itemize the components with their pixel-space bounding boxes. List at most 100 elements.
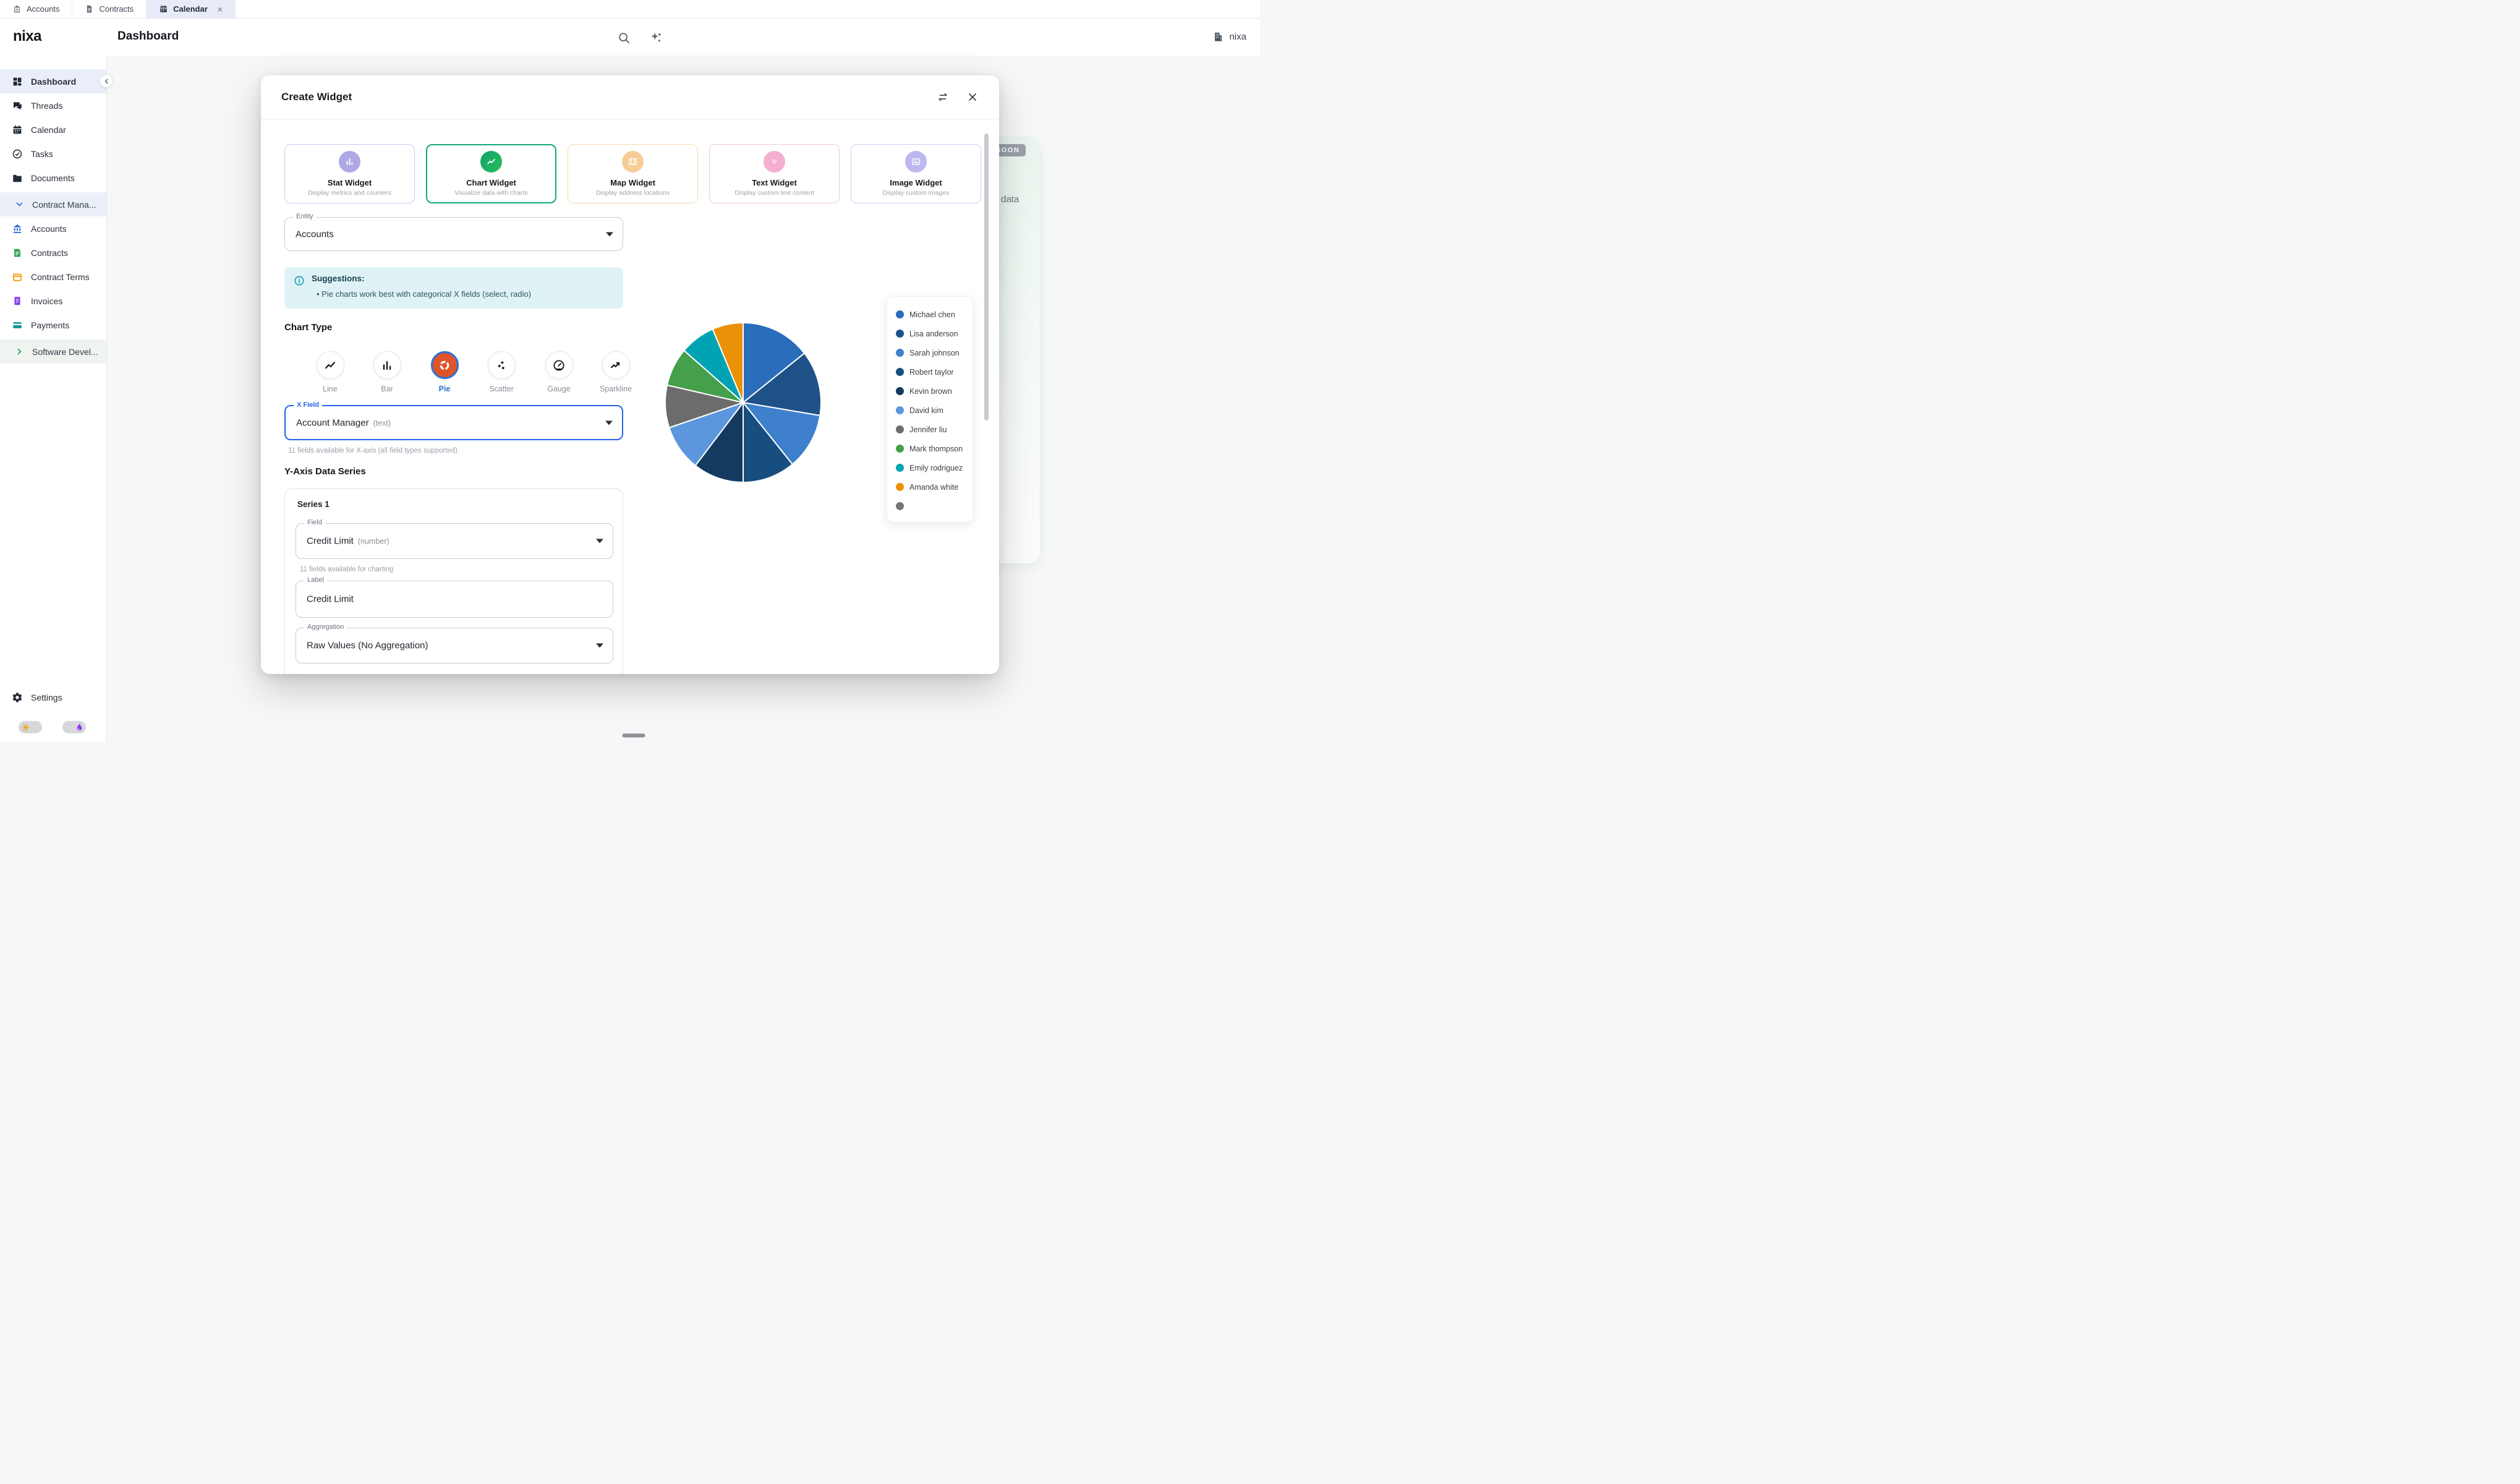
entity-label: Entity — [293, 213, 317, 220]
chart-type-option-scatter[interactable]: Scatter — [482, 351, 521, 393]
chevron-down-icon — [596, 643, 603, 648]
chart-type-option-gauge[interactable]: Gauge — [539, 351, 579, 393]
calendar-icon — [12, 124, 23, 135]
sidebar-item-documents[interactable]: Documents — [0, 166, 106, 190]
sidebar-item-label: Tasks — [31, 148, 53, 159]
sidebar-item-payments[interactable]: Payments — [0, 313, 106, 337]
series-label-input[interactable]: Label Credit Limit — [296, 576, 613, 618]
legend-label: Amanda white — [909, 482, 959, 492]
chart-legend: Michael chen Lisa anderson Sarah johnson Ro… — [887, 296, 973, 522]
sidebar-item-invoices[interactable]: Invoices — [0, 289, 106, 313]
widget-type-description: Display address locations — [595, 189, 670, 197]
trend-up-icon — [480, 151, 502, 173]
tab-label: Contracts — [99, 4, 134, 14]
legend-item: Jennifer liu — [896, 420, 973, 439]
widget-type-card-image-widget[interactable]: Image Widget Display custom images — [851, 144, 981, 203]
widget-type-name: Text Widget — [752, 178, 797, 187]
sidebar-item-calendar[interactable]: Calendar — [0, 117, 106, 142]
legend-label: David kim — [909, 406, 943, 415]
chart-type-option-pie[interactable]: Pie — [425, 351, 464, 393]
workspace-switcher[interactable]: nixa — [1212, 31, 1246, 43]
legend-label: Sarah johnson — [909, 348, 960, 357]
documents-icon — [12, 173, 23, 184]
legend-item: Lisa anderson — [896, 324, 973, 343]
legend-color-dot — [896, 445, 904, 453]
create-widget-modal: Create Widget Stat Widget Display metrics… — [261, 75, 999, 674]
widget-type-description: Display metrics and counters — [308, 189, 391, 197]
widget-type-description: Visualize data with charts — [454, 189, 528, 197]
series-aggregation-select[interactable]: Aggregation Raw Values (No Aggregation) — [296, 623, 613, 663]
tab-close-icon[interactable]: × — [218, 5, 223, 14]
legend-color-dot — [896, 368, 904, 376]
widget-type-card-map-widget[interactable]: Map Widget Display address locations — [568, 144, 698, 203]
legend-item: Emily rodriguez — [896, 458, 973, 477]
bar-chart-icon — [373, 351, 401, 379]
stat-bars-icon — [339, 151, 360, 173]
threads-icon — [12, 100, 23, 111]
line-chart-icon — [316, 351, 344, 379]
chart-type-label: Scatter — [489, 385, 514, 393]
legend-color-dot — [896, 310, 904, 318]
sidebar-item-contract-terms[interactable]: Contract Terms — [0, 265, 106, 289]
sidebar-item-accounts[interactable]: Accounts — [0, 216, 106, 241]
chart-type-label: Gauge — [547, 385, 571, 393]
close-icon[interactable] — [966, 91, 979, 103]
chart-type-option-bar[interactable]: Bar — [367, 351, 407, 393]
sidebar-item-software-devel[interactable]: Software Devel... — [0, 339, 106, 364]
widget-type-name: Image Widget — [890, 178, 942, 187]
contract-terms-icon — [12, 271, 23, 283]
gear-icon — [12, 692, 23, 703]
sidebar-item-label: Accounts — [31, 223, 67, 234]
settings-label: Settings — [31, 693, 62, 702]
window-drag-handle[interactable] — [622, 733, 645, 738]
search-icon[interactable] — [617, 31, 631, 45]
browser-tab-contracts[interactable]: Contracts — [72, 0, 147, 18]
legend-item: David kim — [896, 401, 973, 420]
series-field-select[interactable]: Field Credit Limit (number) — [296, 519, 613, 559]
sidebar-item-contract-mana[interactable]: Contract Mana... — [0, 192, 106, 216]
building-icon — [1212, 31, 1224, 43]
tab-label: Calendar — [173, 4, 208, 14]
sidebar-item-tasks[interactable]: Tasks — [0, 142, 106, 166]
sidebar-item-dashboard[interactable]: Dashboard — [0, 69, 113, 93]
widget-type-name: Map Widget — [610, 178, 655, 187]
sparkline-chart-icon — [602, 351, 630, 379]
invoices-icon — [12, 296, 23, 307]
svg-text:Tr: Tr — [772, 159, 777, 165]
sidebar-collapse-button[interactable] — [100, 74, 113, 88]
legend-label: Lisa anderson — [909, 329, 958, 338]
sidebar: Dashboard Threads Calendar Tasks Documents Co… — [0, 56, 113, 742]
color-toggle[interactable] — [62, 721, 86, 733]
sidebar-item-settings[interactable]: Settings — [0, 685, 106, 710]
legend-color-dot — [896, 502, 904, 510]
map-icon — [622, 151, 644, 173]
chevron-down-icon — [596, 539, 603, 544]
chart-type-option-line[interactable]: Line — [310, 351, 350, 393]
modal-scrollbar[interactable] — [984, 134, 989, 420]
widget-type-card-stat-widget[interactable]: Stat Widget Display metrics and counters — [284, 144, 415, 203]
legend-color-dot — [896, 464, 904, 472]
legend-item: Mark thompson — [896, 439, 973, 458]
ai-sparkles-icon[interactable] — [649, 31, 663, 45]
widget-type-card-chart-widget[interactable]: Chart Widget Visualize data with charts — [426, 144, 556, 203]
series-title: Series 1 — [297, 500, 330, 509]
widget-type-card-text-widget[interactable]: Tr Text Widget Display custom text content — [709, 144, 840, 203]
x-field-label: X Field — [294, 401, 323, 409]
expand-swap-icon[interactable] — [937, 91, 949, 103]
sidebar-item-contracts[interactable]: Contracts — [0, 241, 106, 265]
gauge-chart-icon — [545, 351, 573, 379]
legend-label: Kevin brown — [909, 386, 952, 396]
browser-tab-accounts[interactable]: Accounts — [0, 0, 73, 18]
browser-tab-calendar[interactable]: Calendar × — [147, 0, 236, 18]
chart-type-option-sparkline[interactable]: Sparkline — [596, 351, 636, 393]
sidebar-item-threads[interactable]: Threads — [0, 93, 106, 117]
suggestions-box: Suggestions: • Pie charts work best with… — [284, 267, 623, 309]
x-field-select[interactable]: X Field Account Manager (text) — [284, 401, 623, 440]
entity-select[interactable]: Entity Accounts — [284, 213, 623, 251]
sidebar-item-label: Contracts — [31, 247, 68, 258]
y-axis-heading: Y-Axis Data Series — [284, 466, 366, 477]
theme-toggle[interactable] — [19, 721, 42, 733]
legend-color-dot — [896, 330, 904, 338]
chart-type-label: Sparkline — [599, 385, 632, 393]
sidebar-item-label: Dashboard — [31, 76, 77, 87]
